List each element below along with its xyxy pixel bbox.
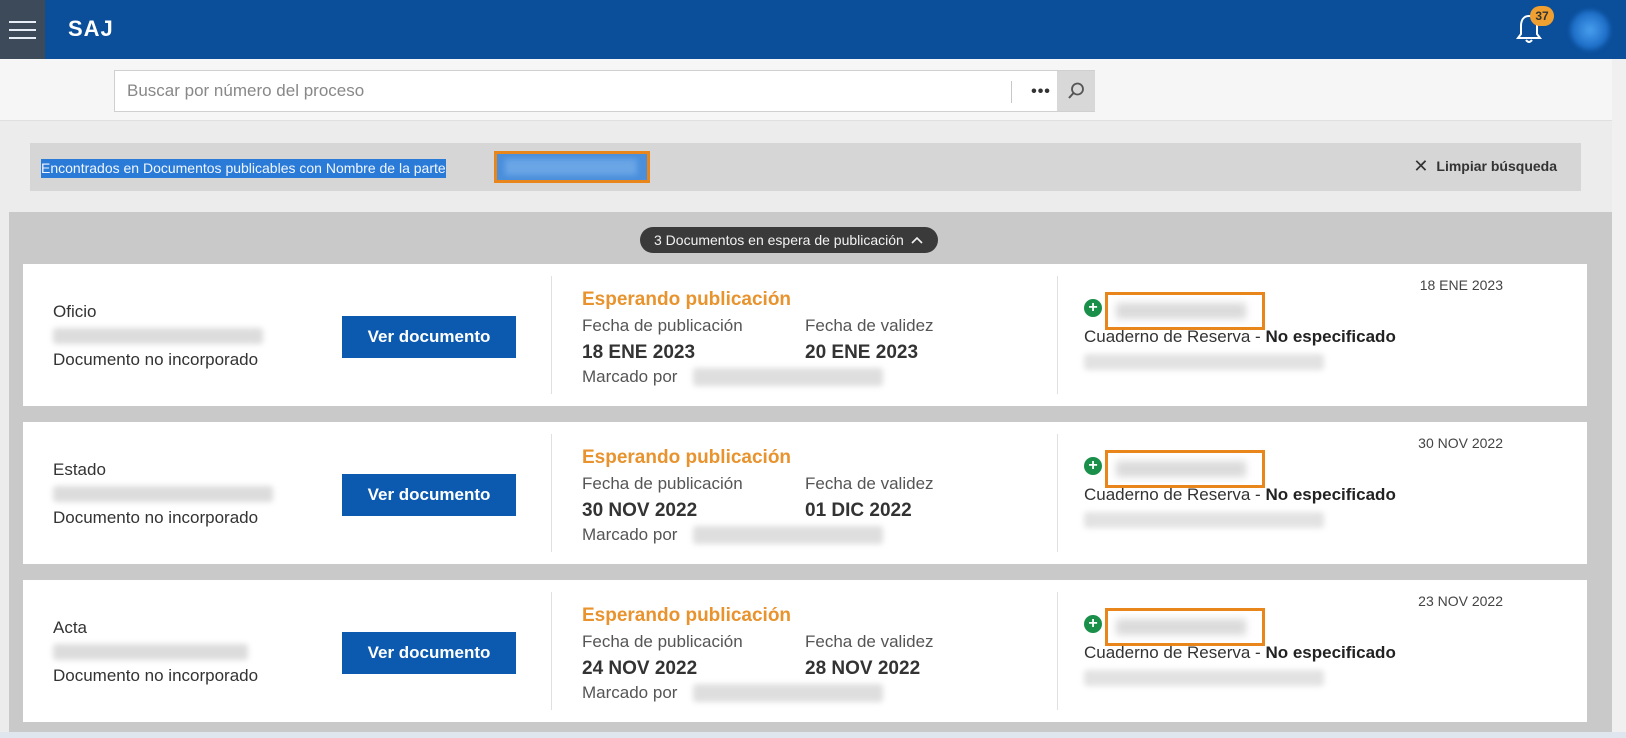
search-divider [1011,81,1012,103]
document-type: Acta [53,618,88,637]
document-date: 23 NOV 2022 [1418,593,1503,609]
document-status: Documento no incorporado [53,666,259,685]
search-filter-bar: Encontrados en Documentos publicables co… [30,143,1581,191]
filter-summary: Encontrados en Documentos publicables co… [41,159,446,178]
publication-date-value: 24 NOV 2022 [582,658,698,679]
pending-documents-label: 3 Documentos en espera de publicación [654,232,904,248]
search-button[interactable] [1057,71,1095,111]
document-card: Acta Documento no incorporado Ver docume… [23,580,1587,722]
pending-documents-toggle[interactable]: 3 Documentos en espera de publicación [640,227,938,253]
marked-by-redacted [693,684,883,702]
party-redacted-highlight [1105,608,1265,646]
document-status: Documento no incorporado [53,350,259,369]
close-icon: ✕ [1413,156,1429,176]
divider [1057,592,1058,710]
document-type: Estado [53,460,106,479]
search-box: ••• [114,70,1095,112]
notebook-info: Cuaderno de Reserva - No especificado [1084,643,1396,662]
divider [1057,276,1058,394]
document-status: Documento no incorporado [53,508,259,527]
validity-date-label: Fecha de validez [805,632,934,651]
notebook-info: Cuaderno de Reserva - No especificado [1084,327,1396,346]
notification-badge: 37 [1530,6,1554,26]
document-number-redacted [53,328,263,344]
divider [551,592,552,710]
view-document-button[interactable]: Ver documento [342,474,516,516]
validity-date-value: 01 DIC 2022 [805,500,912,521]
app-logo[interactable]: SAJ [68,16,114,42]
party-redacted-highlight [1105,450,1265,488]
document-type: Oficio [53,302,97,321]
publication-status: Esperando publicación [582,447,792,468]
top-bar: SAJ 37 [0,0,1626,59]
chevron-up-icon [911,236,923,244]
plus-circle-icon[interactable]: + [1084,615,1102,633]
document-number-redacted [53,486,273,502]
publication-date-label: Fecha de publicación [582,632,743,651]
hamburger-menu-icon[interactable] [0,0,45,59]
marked-by-redacted [693,526,883,544]
publication-date-label: Fecha de publicación [582,474,743,493]
divider [551,434,552,552]
view-document-button[interactable]: Ver documento [342,632,516,674]
bottom-edge [0,732,1626,738]
notebook-detail-redacted [1084,354,1324,370]
document-card: Estado Documento no incorporado Ver docu… [23,422,1587,564]
validity-date-value: 28 NOV 2022 [805,658,921,679]
publication-date-label: Fecha de publicación [582,316,743,335]
search-area: ••• [0,59,1626,121]
document-number-redacted [53,644,248,660]
publication-status: Esperando publicación [582,289,792,310]
plus-circle-icon[interactable]: + [1084,457,1102,475]
notebook-detail-redacted [1084,512,1324,528]
notebook-info: Cuaderno de Reserva - No especificado [1084,485,1396,504]
marked-by-redacted [693,368,883,386]
validity-date-label: Fecha de validez [805,316,934,335]
validity-date-label: Fecha de validez [805,474,934,493]
document-card: Oficio Documento no incorporado Ver docu… [23,264,1587,406]
party-redacted-highlight [1105,292,1265,330]
scrollbar-track[interactable] [1612,59,1626,738]
marked-by-label: Marcado por [582,525,678,544]
clear-search-button[interactable]: ✕ Limpiar búsqueda [1413,157,1557,175]
search-icon [1068,82,1084,99]
notebook-detail-redacted [1084,670,1324,686]
divider [551,276,552,394]
publication-date-value: 30 NOV 2022 [582,500,698,521]
publication-status: Esperando publicación [582,605,792,626]
user-avatar[interactable] [1570,10,1610,50]
plus-circle-icon[interactable]: + [1084,299,1102,317]
more-options-button[interactable]: ••• [1025,79,1057,105]
clear-search-label: Limpiar búsqueda [1436,158,1557,174]
validity-date-value: 20 ENE 2023 [805,342,919,363]
party-name-redacted [494,151,650,183]
document-date: 18 ENE 2023 [1419,277,1503,293]
marked-by-label: Marcado por [582,367,678,386]
marked-by-label: Marcado por [582,683,678,702]
search-input[interactable] [127,79,1007,103]
divider [1057,434,1058,552]
publication-date-value: 18 ENE 2023 [582,342,696,363]
view-document-button[interactable]: Ver documento [342,316,516,358]
document-date: 30 NOV 2022 [1418,435,1503,451]
